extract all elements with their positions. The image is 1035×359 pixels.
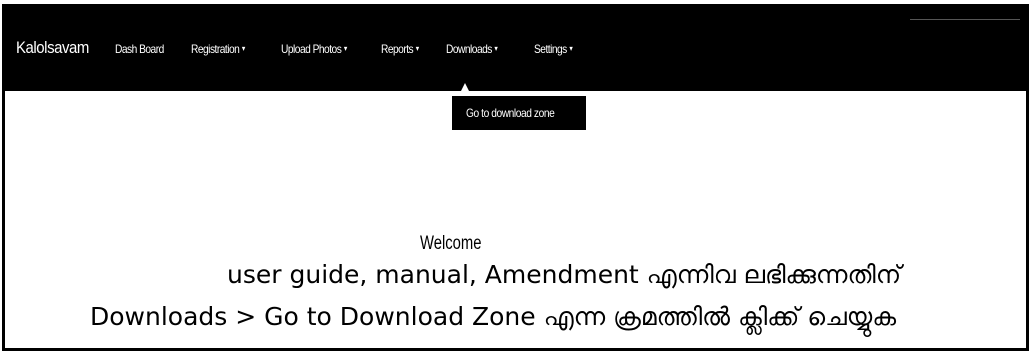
chevron-down-icon: ▾ (494, 44, 498, 53)
nav-item-registration-label: Registration (191, 42, 240, 56)
nav-item-settings[interactable]: Settings ▾ (534, 42, 573, 56)
chevron-down-icon: ▾ (241, 44, 245, 53)
nav-item-upload-photos[interactable]: Upload Photos ▾ (281, 42, 347, 56)
nav-item-downloads-label: Downloads (446, 42, 492, 56)
downloads-dropdown-menu: Go to download zone (452, 96, 586, 130)
chevron-down-icon: ▾ (343, 44, 347, 53)
nav-item-reports-label: Reports (381, 42, 414, 56)
page-frame: Kalolsavam Dash Board Registration ▾ Uplo… (2, 4, 1029, 351)
top-navbar: Kalolsavam Dash Board Registration ▾ Uplo… (5, 7, 1026, 91)
welcome-heading: Welcome (420, 233, 482, 254)
nav-item-settings-label: Settings (534, 42, 567, 56)
nav-item-registration[interactable]: Registration ▾ (191, 42, 245, 56)
navbar-divider (910, 19, 1020, 20)
nav-item-dashboard[interactable]: Dash Board (115, 42, 164, 56)
menu-item-go-to-download-zone[interactable]: Go to download zone (466, 106, 555, 120)
instruction-line-2: Downloads > Go to Download Zone എന്ന ക്ര… (90, 302, 897, 331)
chevron-down-icon: ▾ (569, 44, 573, 53)
nav-item-upload-photos-label: Upload Photos (281, 42, 342, 56)
brand-logo-text[interactable]: Kalolsavam (16, 38, 89, 58)
dropdown-pointer (461, 83, 469, 91)
instruction-line-1: user guide, manual, Amendment എന്നിവ ലഭി… (227, 260, 902, 289)
nav-item-reports[interactable]: Reports ▾ (381, 42, 419, 56)
nav-item-dashboard-label: Dash Board (115, 42, 164, 56)
nav-item-downloads[interactable]: Downloads ▾ (446, 42, 498, 56)
chevron-down-icon: ▾ (415, 44, 419, 53)
